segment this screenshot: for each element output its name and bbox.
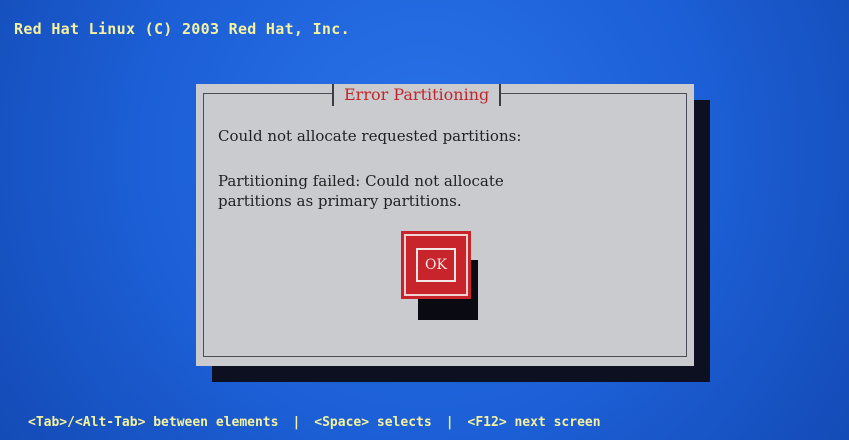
help-f12-next: <F12> next screen	[467, 415, 601, 430]
help-space-select: <Space> selects	[314, 415, 432, 430]
error-message-detail: Partitioning failed: Could not allocate …	[218, 172, 504, 210]
help-tab-navigation: <Tab>/<Alt-Tab> between elements	[28, 415, 279, 430]
help-bar: <Tab>/<Alt-Tab> between elements | <Space>…	[28, 415, 601, 430]
help-separator: |	[292, 415, 301, 430]
installer-screen: Red Hat Linux (C) 2003 Red Hat, Inc. Err…	[0, 0, 849, 440]
help-separator: |	[445, 415, 454, 430]
error-message-primary: Could not allocate requested partitions:	[218, 127, 522, 145]
dialog-title: Error Partitioning	[332, 84, 502, 106]
installer-title: Red Hat Linux (C) 2003 Red Hat, Inc.	[14, 20, 350, 38]
ok-button[interactable]: OK	[401, 231, 471, 299]
error-dialog: Error Partitioning Could not allocate re…	[196, 84, 694, 366]
ok-button-label: OK	[416, 248, 456, 282]
